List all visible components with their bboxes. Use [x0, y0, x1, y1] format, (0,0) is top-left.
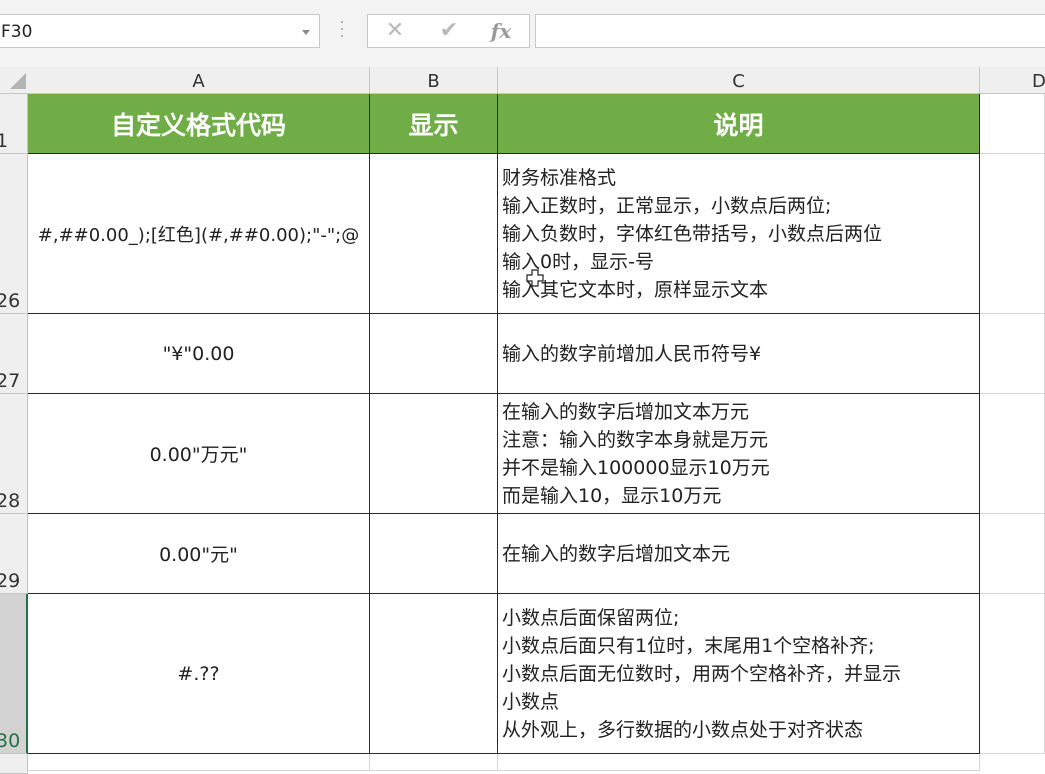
empty-cell[interactable] [980, 514, 1045, 594]
table-cell-description[interactable]: 财务标准格式 输入正数时，正常显示，小数点后两位; 输入负数时，字体红色带括号，… [498, 154, 980, 314]
table-cell-code[interactable]: 0.00"元" [28, 514, 370, 594]
description-line: 小数点后面无位数时，用两个空格补齐，并显示 [502, 662, 902, 685]
column-header-a[interactable]: A [28, 67, 370, 94]
description-line: 输入的数字前增加人民币符号¥ [502, 342, 762, 365]
description-line: 小数点后面只有1位时，末尾用1个空格补齐; [502, 634, 875, 657]
description-line: 输入其它文本时，原样显示文本 [502, 278, 769, 301]
name-box[interactable]: F30 [0, 14, 320, 48]
empty-cell[interactable] [980, 394, 1045, 514]
description-line: 并不是输入100000显示10万元 [502, 456, 770, 479]
row-header-27[interactable]: 27 [0, 314, 28, 394]
table-cell-description[interactable]: 小数点后面保留两位; 小数点后面只有1位时，末尾用1个空格补齐; 小数点后面无位… [498, 594, 980, 754]
table-cell-display[interactable] [370, 594, 498, 754]
row-header-29[interactable]: 29 [0, 514, 28, 594]
column-header-c[interactable]: C [498, 67, 980, 94]
empty-cell[interactable] [28, 754, 370, 771]
row-header-30[interactable]: 30 [0, 594, 28, 754]
description-line: 注意：输入的数字本身就是万元 [502, 428, 769, 451]
description-line: 在输入的数字后增加文本元 [502, 542, 731, 565]
description-line: 从外观上，多行数据的小数点处于对齐状态 [502, 718, 864, 741]
chevron-down-icon[interactable] [302, 30, 310, 35]
row-header-28[interactable]: 28 [0, 394, 28, 514]
table-cell-code[interactable]: #,##0.00_);[红色](#,##0.00);"-";@ [28, 154, 370, 314]
table-cell-display[interactable] [370, 314, 498, 394]
header-cell-display[interactable]: 显示 [370, 94, 498, 154]
row-header-1[interactable]: 1 [0, 94, 28, 154]
description-line: 输入负数时，字体红色带括号，小数点后两位 [502, 222, 883, 245]
description-line: 而是输入10，显示10万元 [502, 484, 722, 507]
empty-cell[interactable] [980, 154, 1045, 314]
table-cell-description[interactable]: 输入的数字前增加人民币符号¥ [498, 314, 980, 394]
row-header-31[interactable] [0, 754, 28, 774]
empty-cell[interactable] [980, 594, 1045, 754]
column-headers: A B C D [0, 67, 1045, 94]
empty-cell[interactable] [980, 94, 1045, 154]
description-line: 财务标准格式 [502, 166, 617, 189]
header-cell-description[interactable]: 说明 [498, 94, 980, 154]
empty-cell[interactable] [370, 754, 498, 771]
formula-buttons: ✕ ✔ fx [367, 14, 530, 48]
table-cell-description[interactable]: 在输入的数字后增加文本万元 注意：输入的数字本身就是万元 并不是输入100000… [498, 394, 980, 514]
description-line: 输入0时，显示-号 [502, 250, 654, 273]
description-line: 输入正数时，正常显示，小数点后两位; [502, 194, 832, 217]
table-cell-display[interactable] [370, 514, 498, 594]
table-cell-display[interactable] [370, 394, 498, 514]
empty-cell[interactable] [498, 754, 980, 771]
more-icon[interactable]: · · · [339, 16, 345, 44]
cross-cursor-icon [526, 269, 544, 287]
select-all-button[interactable] [10, 73, 26, 89]
formula-bar: F30 · · · ✕ ✔ fx [0, 0, 1045, 67]
column-header-d[interactable]: D [980, 67, 1045, 94]
insert-function-icon[interactable]: fx [486, 19, 516, 43]
description-line: 小数点后面保留两位; [502, 606, 680, 629]
table-cell-code[interactable]: 0.00"万元" [28, 394, 370, 514]
column-header-b[interactable]: B [370, 67, 498, 94]
formula-input[interactable] [535, 14, 1045, 48]
empty-cell[interactable] [980, 314, 1045, 394]
header-cell-code[interactable]: 自定义格式代码 [28, 94, 370, 154]
cancel-icon[interactable]: ✕ [380, 19, 410, 43]
table-cell-code[interactable]: "¥"0.00 [28, 314, 370, 394]
name-box-value: F30 [1, 22, 33, 42]
table-cell-code[interactable]: #.?? [28, 594, 370, 754]
description-line: 小数点 [502, 690, 560, 713]
description-line: 在输入的数字后增加文本万元 [502, 400, 750, 423]
table-cell-display[interactable] [370, 154, 498, 314]
table-cell-description[interactable]: 在输入的数字后增加文本元 [498, 514, 980, 594]
enter-icon[interactable]: ✔ [434, 19, 464, 43]
row-header-26[interactable]: 26 [0, 154, 28, 314]
